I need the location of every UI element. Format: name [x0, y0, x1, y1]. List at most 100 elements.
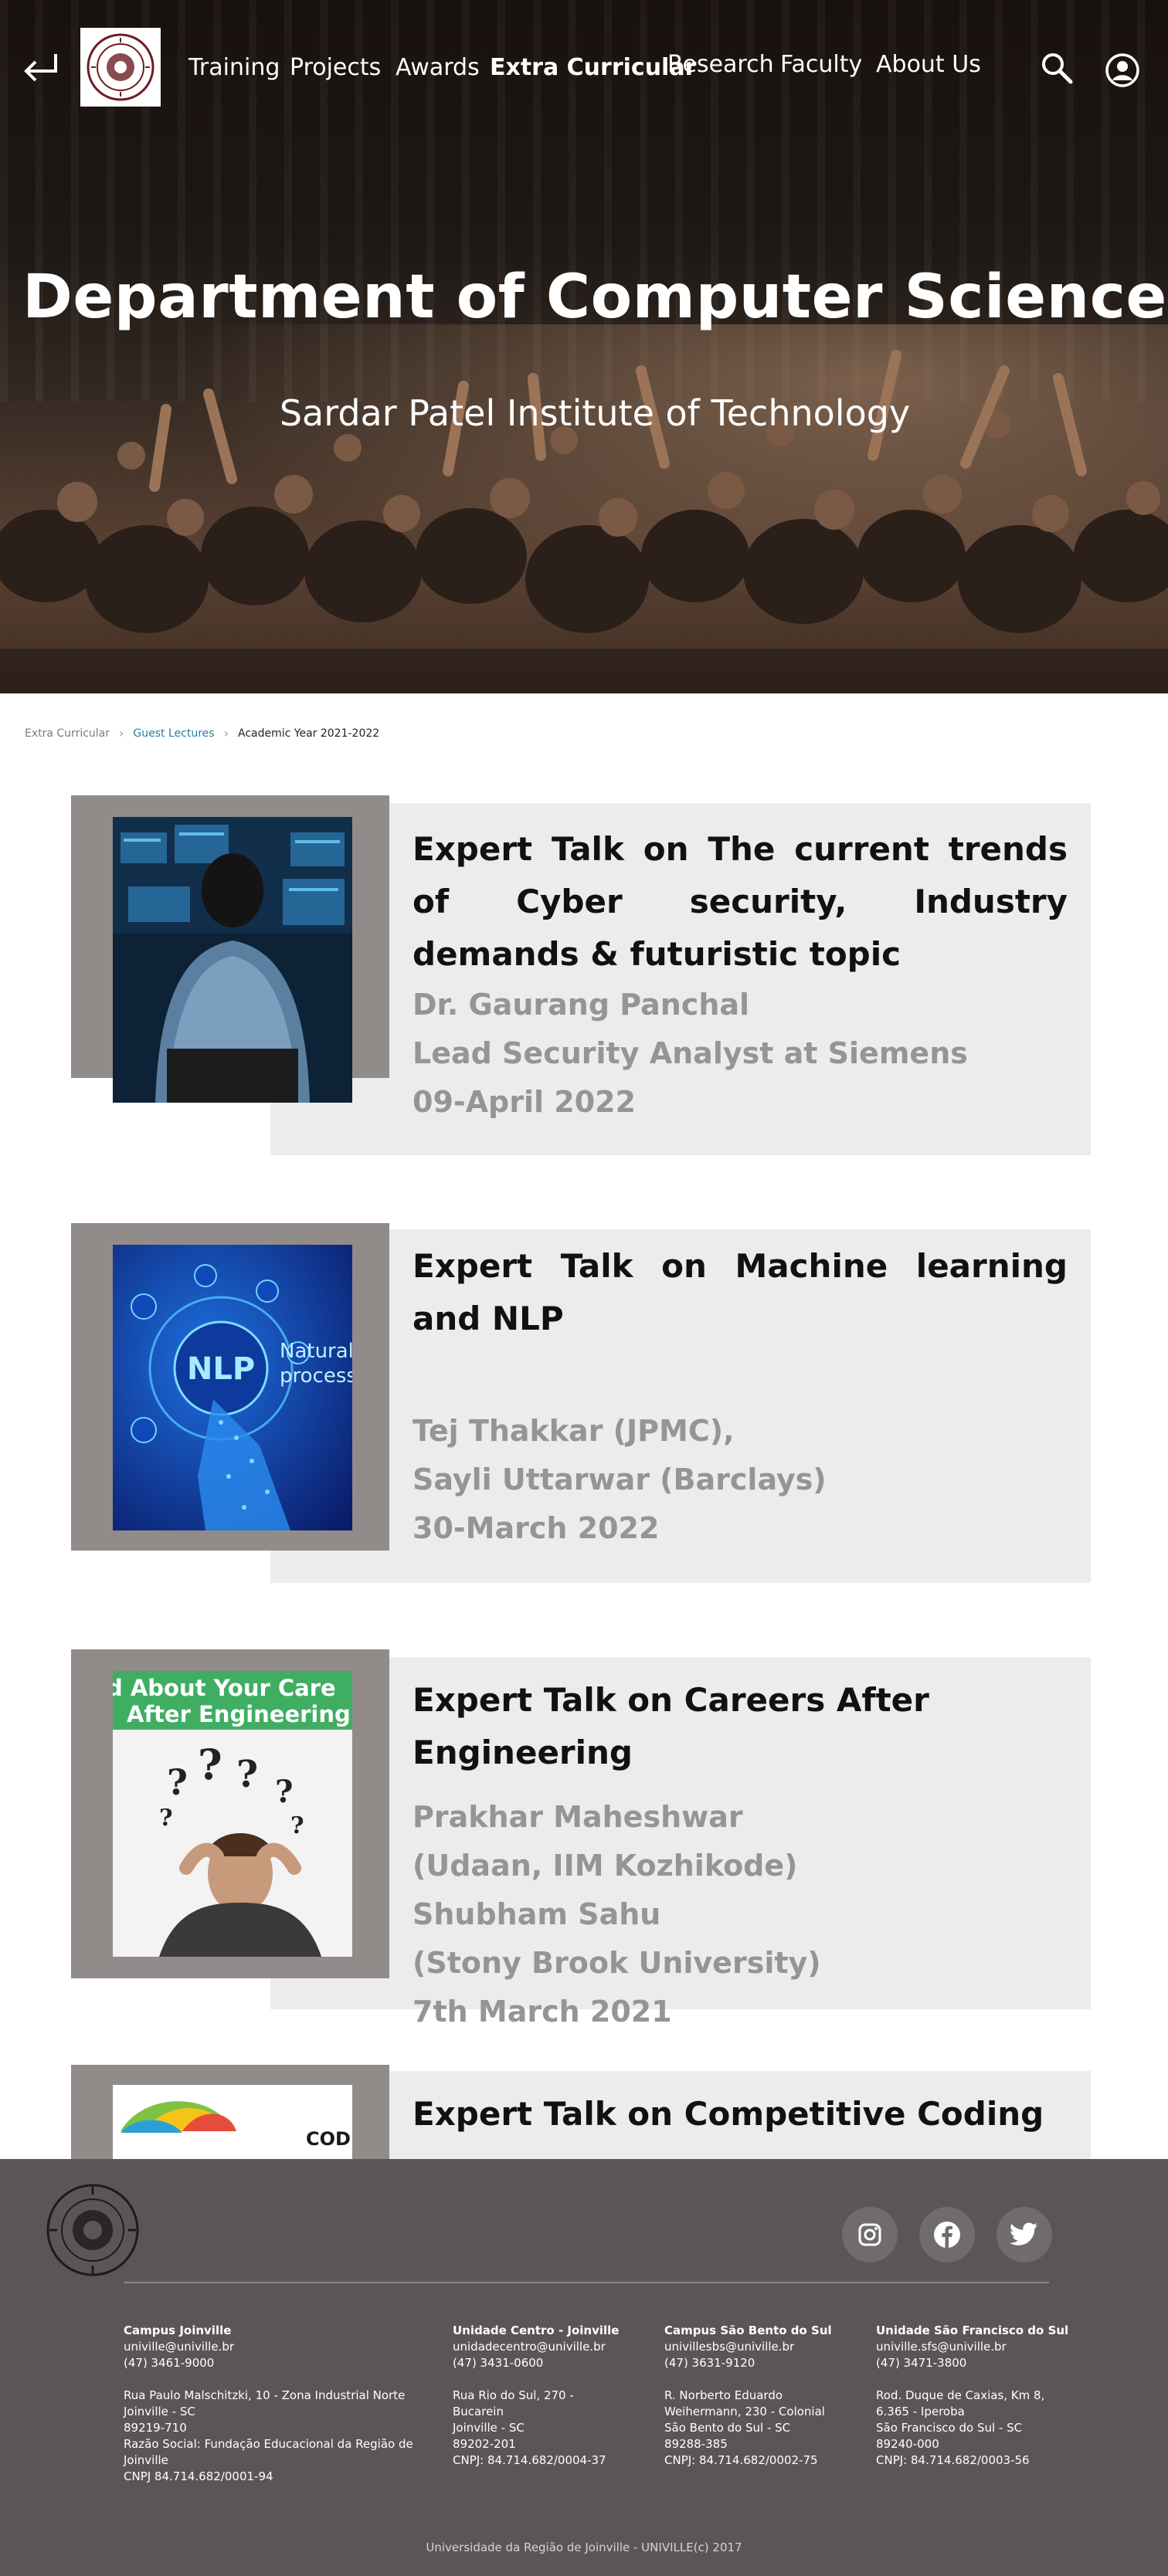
speaker-name: Tej Thakkar (JPMC),: [413, 1414, 735, 1448]
nav-projects[interactable]: Projects: [290, 54, 381, 81]
page-title: Department of Computer Science: [22, 263, 1167, 332]
institute-seal-icon: [87, 33, 154, 101]
campus-heading: Unidade Centro - Joinville: [453, 2323, 620, 2337]
campus-phone: (47) 3461-9000: [124, 2356, 215, 2370]
talk-info: Expert Talk on The current trends of Cyb…: [413, 823, 1068, 1127]
speaker-name: Prakhar Maheshwar: [413, 1800, 743, 1834]
address-line: 89240-000: [876, 2437, 939, 2451]
speaker-name: Sayli Uttarwar (Barclays): [413, 1463, 827, 1496]
svg-text:?: ?: [159, 1805, 173, 1832]
address-line: Joinville: [124, 2453, 168, 2467]
instagram-button[interactable]: [842, 2207, 898, 2262]
code-label: CODE: [306, 2128, 352, 2150]
speaker-role: Lead Security Analyst at Siemens: [413, 1036, 968, 1070]
address-line: 89202-201: [453, 2437, 516, 2451]
breadcrumb-extra-curricular[interactable]: Extra Curricular: [25, 727, 110, 740]
address-line: 89288-385: [664, 2437, 728, 2451]
talk-title: Expert Talk on Machine learning and NLP: [413, 1247, 1068, 1337]
speaker-name: Dr. Gaurang Panchal: [413, 988, 750, 1022]
address-line: Razão Social: Fundação Educacional da Re…: [124, 2437, 413, 2451]
campus-heading: Unidade São Francisco do Sul: [876, 2323, 1069, 2337]
speaker-name: Shubham Sahu: [413, 1897, 661, 1931]
campus-email[interactable]: univille@univille.br: [124, 2339, 417, 2355]
campus-heading: Campus Joinville: [124, 2323, 232, 2337]
address-line: São Bento do Sul - SC: [664, 2421, 791, 2435]
breadcrumb-guest-lectures[interactable]: Guest Lectures: [133, 727, 214, 740]
facebook-button[interactable]: [919, 2207, 975, 2262]
campus-email[interactable]: univille.sfs@univille.br: [876, 2339, 1077, 2355]
campus-email[interactable]: unidadecentro@univille.br: [453, 2339, 623, 2355]
nav-faculty[interactable]: Faculty: [780, 51, 862, 78]
crowd-image: [0, 324, 1168, 693]
address-line: Rod. Duque de Caxias, Km 8,: [876, 2388, 1045, 2402]
svg-text:?: ?: [236, 1753, 258, 1796]
search-icon[interactable]: [1040, 51, 1074, 85]
cyber-security-image: [113, 817, 352, 1103]
footer-divider: [124, 2282, 1049, 2283]
address-line: Rua Rio do Sul, 270 -: [453, 2388, 574, 2402]
twitter-icon: [1010, 2222, 1037, 2246]
user-account-icon[interactable]: [1105, 53, 1140, 88]
nlp-label: NLP: [187, 1351, 255, 1387]
breadcrumb-current: Academic Year 2021-2022: [237, 727, 380, 740]
nlp-label-natural: Natural: [280, 1340, 352, 1363]
chevron-right-icon: ›: [223, 726, 229, 741]
back-arrow-icon[interactable]: [22, 51, 60, 85]
nav-extra-curricular[interactable]: Extra Curricular: [490, 54, 696, 81]
footer-column-sao-bento: Campus São Bento do Sul univillesbs@univ…: [664, 2323, 850, 2469]
institute-seal-icon: [46, 2184, 139, 2276]
address-line: CNPJ: 84.714.682/0002-75: [664, 2453, 818, 2467]
talk-title: Expert Talk on The current trends of Cyb…: [413, 830, 1068, 973]
address-line: 89219-710: [124, 2421, 187, 2435]
top-navigation: Training Projects Awards Extra Curricula…: [0, 0, 1168, 139]
hero-banner: Training Projects Awards Extra Curricula…: [0, 0, 1168, 693]
address-line: CNPJ 84.714.682/0001-94: [124, 2469, 273, 2483]
talk-date: 7th March 2021: [413, 1995, 672, 2029]
site-footer: Campus Joinville univille@univille.br (4…: [0, 2159, 1168, 2576]
instagram-icon: [858, 2223, 881, 2246]
chevron-right-icon: ›: [119, 726, 124, 741]
nav-awards[interactable]: Awards: [396, 54, 480, 81]
campus-heading: Campus São Bento do Sul: [664, 2323, 832, 2337]
address-line: Weihermann, 230 - Colonial: [664, 2405, 825, 2418]
address-line: Joinville - SC: [453, 2421, 525, 2435]
careers-banner-line1: d About Your Care: [113, 1675, 336, 1701]
svg-text:?: ?: [290, 1812, 304, 1839]
footer-column-centro: Unidade Centro - Joinville unidadecentro…: [453, 2323, 623, 2469]
footer-column-sao-francisco: Unidade São Francisco do Sul univille.sf…: [876, 2323, 1077, 2469]
svg-text:?: ?: [198, 1740, 222, 1789]
twitter-button[interactable]: [997, 2207, 1052, 2262]
speaker-org: (Udaan, IIM Kozhikode): [413, 1849, 798, 1883]
nlp-label-process: process: [280, 1364, 352, 1388]
talk-info: Expert Talk on Careers After Engineering…: [413, 1674, 1068, 2036]
breadcrumb: Extra Curricular › Guest Lectures › Acad…: [25, 726, 379, 741]
campus-phone: (47) 3431-0600: [453, 2356, 544, 2370]
address-line: Joinville - SC: [124, 2405, 195, 2418]
campus-email[interactable]: univillesbs@univille.br: [664, 2339, 850, 2355]
facebook-icon: [934, 2222, 960, 2248]
talk-date: 30-March 2022: [413, 1511, 660, 1545]
address-line: CNPJ: 84.714.682/0003-56: [876, 2453, 1030, 2467]
nav-about-us[interactable]: About Us: [876, 51, 981, 78]
address-line: CNPJ: 84.714.682/0004-37: [453, 2453, 606, 2467]
footer-column-joinville: Campus Joinville univille@univille.br (4…: [124, 2323, 417, 2485]
address-line: Rua Paulo Malschitzki, 10 - Zona Industr…: [124, 2388, 406, 2402]
talk-date: 09-April 2022: [413, 1085, 637, 1119]
careers-banner-line2: After Engineering: [127, 1701, 351, 1727]
institute-logo[interactable]: [80, 28, 161, 107]
talk-info: Expert Talk on Machine learning and NLP …: [413, 1240, 1068, 1553]
careers-image: d About Your Care After Engineering ?? ?…: [113, 1671, 352, 1957]
svg-text:?: ?: [275, 1774, 293, 1810]
address-line: Bucarein: [453, 2405, 504, 2418]
campus-phone: (47) 3471-3800: [876, 2356, 967, 2370]
talk-info: Expert Talk on Competitive Coding: [413, 2088, 1068, 2140]
address-line: R. Norberto Eduardo: [664, 2388, 783, 2402]
nav-research[interactable]: Research: [667, 51, 774, 78]
address-line: 6.365 - Iperoba: [876, 2405, 965, 2418]
page-subtitle: Sardar Patel Institute of Technology: [279, 392, 911, 434]
nlp-image: NLP Natural process: [113, 1245, 352, 1530]
talk-title: Expert Talk on Competitive Coding: [413, 2095, 1044, 2133]
talk-title: Expert Talk on Careers After Engineering: [413, 1681, 929, 1771]
svg-text:?: ?: [167, 1761, 188, 1803]
nav-training[interactable]: Training: [188, 54, 280, 81]
